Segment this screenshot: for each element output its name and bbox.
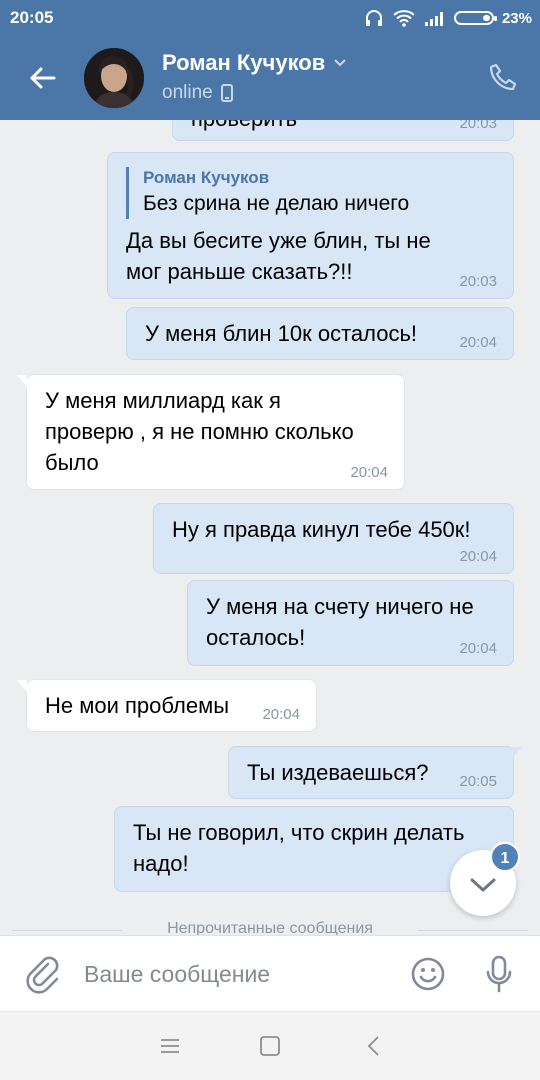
contact-status: online [162,82,233,104]
chevron-down-icon[interactable] [333,58,347,68]
contact-name[interactable]: Роман Кучуков [162,50,347,76]
message-out[interactable]: У меня на счету ничего не осталось! 20:0… [187,580,514,666]
battery-percent: 23% [501,9,532,27]
mobile-icon [220,84,233,102]
home-icon[interactable] [258,1034,282,1058]
smile-icon[interactable] [410,956,446,992]
signal-icon [424,12,443,26]
chat-header: Роман Кучуков online [0,36,540,120]
unread-separator: Непрочитанные сообщения [0,920,540,935]
message-time: 20:04 [350,464,388,481]
back-icon[interactable] [362,1034,386,1058]
avatar[interactable] [84,48,144,108]
quote-author: Роман Кучуков [143,168,270,187]
message-text: Да вы бесите уже блин, ты не мог раньше … [126,228,431,284]
system-nav-bar [0,1011,540,1080]
back-arrow-icon[interactable] [26,62,58,94]
message-time: 20:04 [459,334,497,351]
message-time: 20:04 [459,640,497,657]
message-time: 20:04 [262,706,300,723]
status-bar: 20:05 23% [0,0,540,36]
quote-text: Без срина не делаю ничего [143,192,410,215]
contact-name-label: Роман Кучуков [162,50,326,75]
paperclip-icon[interactable] [24,954,60,994]
message-out[interactable]: У меня блин 10к осталось! 20:04 [126,307,514,360]
message-time: 20:03 [459,273,497,290]
message-time: 20:05 [459,773,497,790]
message-time: 20:03 [459,120,497,132]
status-icons: 23% [364,7,532,29]
message-text: У меня миллиард как я проверю , я не пом… [45,388,354,475]
message-out[interactable]: Ты издеваешься? 20:05 [228,746,522,799]
message-composer [0,935,540,1011]
message-out[interactable]: проверить 20:03 [172,120,514,141]
message-out[interactable]: Роман Кучуков Без срина не делаю ничего … [107,152,514,299]
message-input[interactable] [84,956,384,992]
headphones-icon [365,10,382,26]
online-status: online [162,82,213,103]
message-in[interactable]: У меня миллиард как я проверю , я не пом… [17,374,405,490]
wifi-icon [393,10,415,27]
message-list[interactable]: проверить 20:03 Роман Кучуков Без срина … [0,120,540,935]
menu-icon[interactable] [158,1034,182,1058]
phone-icon[interactable] [488,62,518,92]
quoted-message[interactable]: Роман Кучуков Без срина не делаю ничего [126,167,495,219]
message-in[interactable]: Не мои проблемы 20:04 [17,679,317,732]
microphone-icon[interactable] [484,954,514,994]
message-text: У меня блин 10к осталось! [145,321,418,346]
clock: 20:05 [10,8,54,27]
message-out[interactable]: Ну я правда кинул тебе 450к! 20:04 [153,503,514,574]
battery-icon [453,11,497,25]
message-time: 20:04 [459,548,497,565]
unread-count-badge: 1 [490,842,520,872]
